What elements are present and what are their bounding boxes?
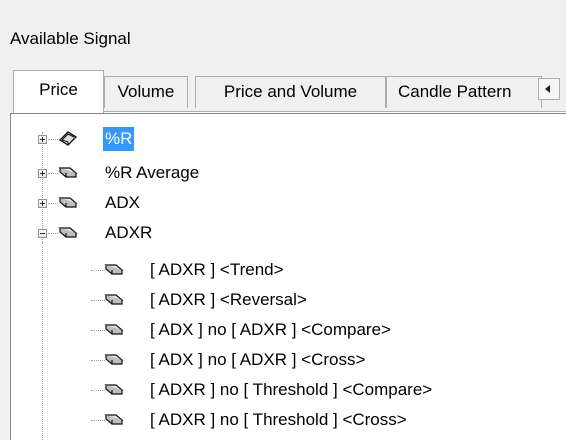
book-icon (104, 264, 124, 275)
open-book-icon (58, 131, 78, 146)
tree-child-node[interactable]: [ ADX ] no [ ADXR ] <Cross> (11, 347, 551, 373)
book-icon (104, 324, 124, 335)
tab-strip: Price Volume Price and Volume Candle Pat… (13, 70, 566, 113)
tree-child-node[interactable]: [ ADXR ] <Trend> (11, 257, 551, 283)
tree-node-label[interactable]: [ ADXR ] <Reversal> (148, 288, 309, 312)
expand-plus-icon[interactable] (38, 199, 47, 208)
tree-node[interactable]: %R Average (11, 160, 551, 186)
tree-child-node[interactable]: [ ADXR ] no [ Threshold ] <Compare> (11, 377, 551, 403)
signal-tree[interactable]: %R %R Average ADX ADXR [ADXR] <Trend> … (10, 113, 566, 440)
tree-node-label[interactable]: %R (103, 127, 135, 151)
tab-price-and-volume[interactable]: Price and Volume (195, 76, 386, 108)
tree-node-label[interactable]: %R Average (103, 161, 201, 185)
tree-node-label[interactable]: [ ADXR ] <Trend> (148, 258, 286, 282)
group-title: Available Signal (10, 29, 131, 48)
tree-child-node[interactable]: [ ADXR ] <Reversal> (11, 287, 551, 313)
signal-selector: Available Signal Price Volume Price and … (0, 0, 566, 440)
tree-child-node[interactable]: [ ADX ] no [ ADXR ] <Compare> (11, 317, 551, 343)
tree-node-label[interactable]: ADX (103, 191, 142, 215)
tree-node-label[interactable]: [ ADXR ] no [ Threshold ] <Compare> (148, 378, 434, 402)
book-icon (104, 354, 124, 365)
tab-volume[interactable]: Volume (104, 76, 188, 108)
tree-node[interactable]: ADX (11, 190, 551, 216)
tree-child-node[interactable]: [ ADXR ] no [ Threshold ] <Cross> (11, 407, 551, 433)
tree-node[interactable]: ADXR (11, 220, 551, 246)
tree-node-label[interactable]: [ ADXR ] no [ Threshold ] <Cross> (148, 408, 409, 432)
book-icon (58, 167, 78, 178)
tree-node-label[interactable]: [ ADX ] no [ ADXR ] <Cross> (148, 348, 367, 372)
scroll-left-icon (545, 85, 550, 93)
tree-node-label[interactable]: ADXR (103, 221, 154, 245)
tab-scroll-left-button[interactable] (538, 78, 560, 100)
book-icon (104, 384, 124, 395)
tree-node-label[interactable]: [ ADX ] no [ ADXR ] <Compare> (148, 318, 393, 342)
expand-plus-icon[interactable] (38, 169, 47, 178)
book-icon (58, 197, 78, 208)
expand-plus-icon[interactable] (38, 135, 47, 144)
tree-node[interactable]: %R (11, 126, 551, 152)
book-icon (104, 414, 124, 425)
tab-price[interactable]: Price (13, 70, 104, 113)
collapse-minus-icon[interactable] (38, 229, 47, 238)
tab-candle-pattern[interactable]: Candle Pattern (386, 76, 542, 108)
book-icon (104, 294, 124, 305)
book-icon (58, 227, 78, 238)
